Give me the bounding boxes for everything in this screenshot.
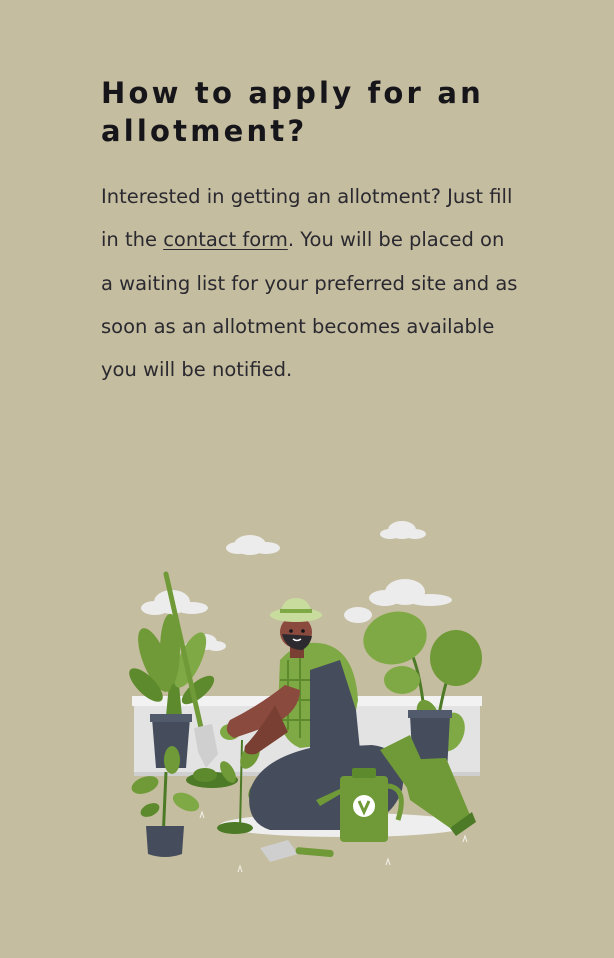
trowel (260, 840, 334, 862)
contact-form-link[interactable]: contact form (163, 228, 288, 251)
section-heading: How to apply for an allotment? (101, 76, 484, 148)
cloud-icon (226, 535, 280, 555)
gardener-illustration (129, 521, 482, 873)
page: How to apply for an allotment? Intereste… (0, 0, 614, 958)
cloud-icon (380, 521, 426, 539)
intro-paragraph: Interested in getting an allotment? Just… (101, 175, 521, 391)
